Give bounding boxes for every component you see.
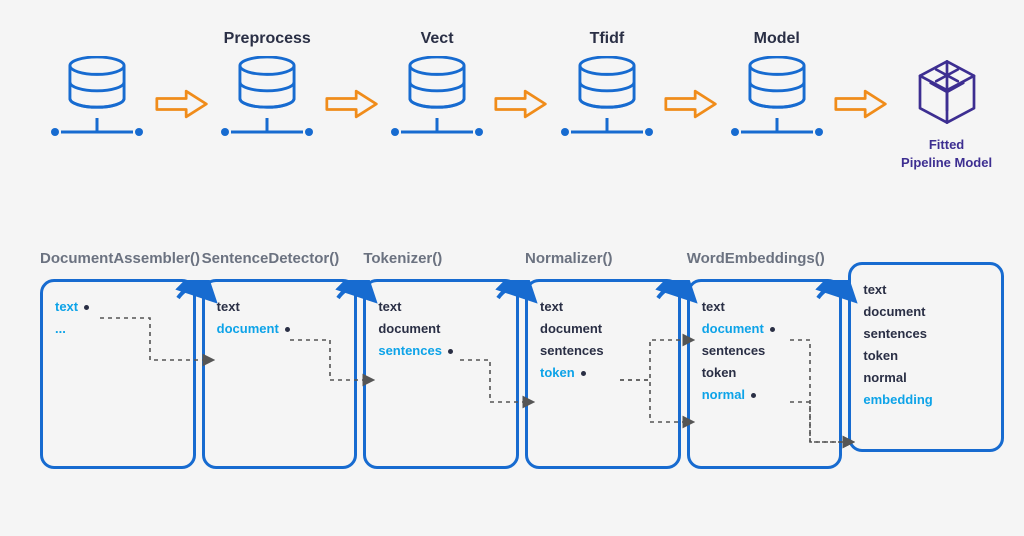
stage-label: Tokenizer(): [363, 250, 519, 267]
stage-label: DocumentAssembler(): [40, 250, 196, 267]
arrow-wrap: [325, 30, 380, 150]
stage-0: DocumentAssembler() text...: [40, 250, 196, 469]
pipeline-stage-label: Preprocess: [224, 30, 311, 50]
stage-field: embedding: [863, 389, 989, 411]
pipeline-stage-0: [40, 30, 155, 142]
stage-field: normal: [863, 367, 989, 389]
pipeline-stage-label: Tfidf: [590, 30, 625, 50]
pipeline-stage-3: Tfidf: [549, 30, 664, 142]
stage-box: textdocument: [202, 279, 358, 469]
stage-field: token: [540, 362, 666, 384]
stage-field: ...: [55, 318, 181, 340]
pipeline-stage-1: Preprocess: [210, 30, 325, 142]
arrow-wrap: [834, 30, 889, 150]
database-icon: [576, 56, 638, 114]
pipeline-stage-4: Model: [719, 30, 834, 142]
pipeline-final-caption: Fitted Pipeline Model: [901, 136, 992, 171]
stage-box: textdocumentsentencestoken: [525, 279, 681, 469]
stages-row: DocumentAssembler()text...SentenceDetect…: [40, 250, 1004, 469]
pipeline-final: Fitted Pipeline Model: [889, 30, 1004, 171]
arrow-icon: [325, 89, 380, 119]
stage-box: textdocumentsentences: [363, 279, 519, 469]
stage-field: sentences: [863, 323, 989, 345]
stage-field: token: [863, 345, 989, 367]
stage-label: WordEmbeddings(): [687, 250, 843, 267]
arrow-icon: [664, 89, 719, 119]
stage-box: text...: [40, 279, 196, 469]
stage-field: normal: [702, 384, 828, 406]
stage-field: text: [863, 279, 989, 301]
stage-field: text: [378, 296, 504, 318]
stage-label: Normalizer(): [525, 250, 681, 267]
stage-field: document: [702, 318, 828, 340]
cube-icon: [911, 56, 983, 128]
stage-field: sentences: [540, 340, 666, 362]
stage-field: document: [863, 301, 989, 323]
database-icon: [746, 56, 808, 114]
stage-field: document: [378, 318, 504, 340]
database-base-icon: [727, 118, 827, 142]
stage-3: Normalizer() textdocumentsentencestoken: [525, 250, 681, 469]
arrow-icon: [834, 89, 889, 119]
arrow-wrap: [155, 30, 210, 150]
stage-field: text: [55, 296, 181, 318]
stage-box: textdocumentsentencestokennormalembeddin…: [848, 262, 1004, 452]
arrow-wrap: [494, 30, 549, 150]
pipeline-stage-label: Vect: [421, 30, 454, 50]
stage-5: textdocumentsentencestokennormalembeddin…: [848, 250, 1004, 469]
database-icon: [236, 56, 298, 114]
stage-field: text: [540, 296, 666, 318]
database-icon: [406, 56, 468, 114]
database-base-icon: [47, 118, 147, 142]
pipeline-stage-label: Model: [754, 30, 800, 50]
stage-field: sentences: [702, 340, 828, 362]
stage-field: sentences: [378, 340, 504, 362]
database-icon: [66, 56, 128, 114]
stage-field: token: [702, 362, 828, 384]
stage-field: document: [217, 318, 343, 340]
pipeline-stage-2: Vect: [380, 30, 495, 142]
pipeline-row: Preprocess Vect Tfidf Model Fitted Pipel…: [40, 30, 1004, 210]
arrow-icon: [155, 89, 210, 119]
arrow-wrap: [664, 30, 719, 150]
database-base-icon: [557, 118, 657, 142]
stage-field: document: [540, 318, 666, 340]
stage-field: text: [217, 296, 343, 318]
stage-1: SentenceDetector() textdocument: [202, 250, 358, 469]
caption-line: Fitted: [929, 137, 964, 152]
stage-2: Tokenizer() textdocumentsentences: [363, 250, 519, 469]
stage-box: textdocumentsentencestokennormal: [687, 279, 843, 469]
stage-4: WordEmbeddings() textdocumentsentencestok…: [687, 250, 843, 469]
stage-field: text: [702, 296, 828, 318]
caption-line: Pipeline Model: [901, 155, 992, 170]
database-base-icon: [217, 118, 317, 142]
stage-label: SentenceDetector(): [202, 250, 358, 267]
arrow-icon: [494, 89, 549, 119]
database-base-icon: [387, 118, 487, 142]
